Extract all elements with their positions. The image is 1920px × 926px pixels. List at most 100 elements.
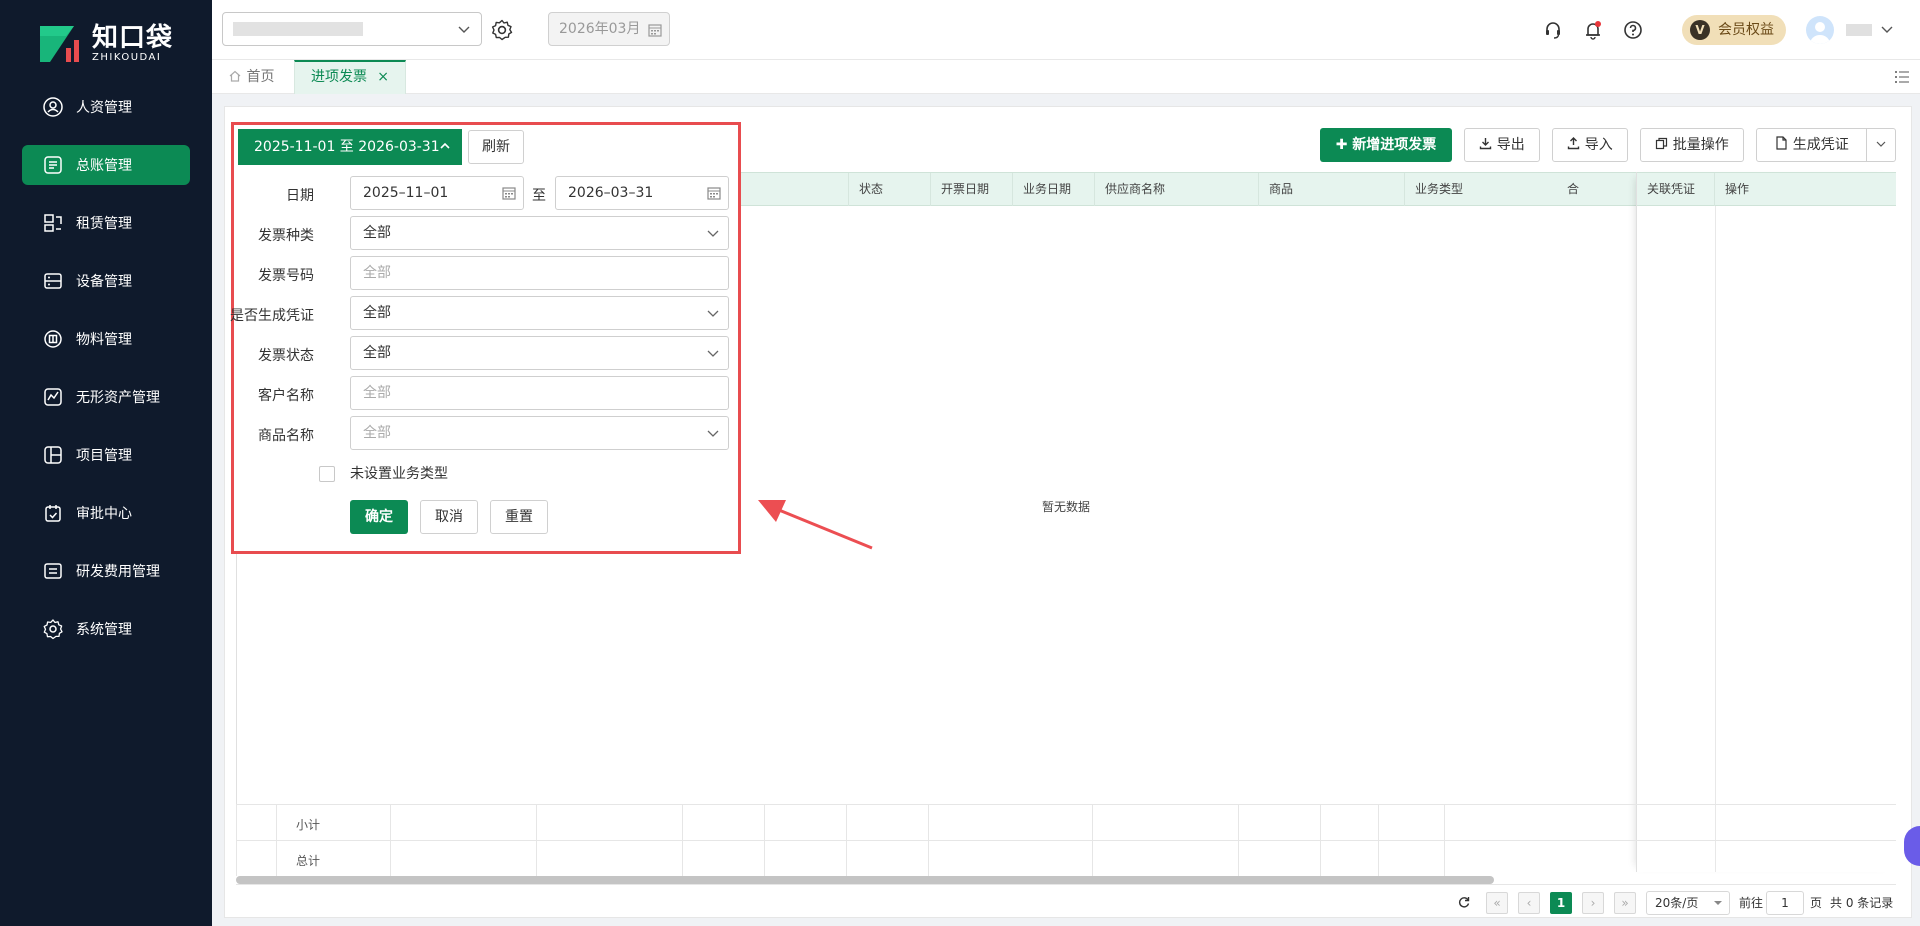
sidebar-item-material[interactable]: 物料管理 [22, 319, 190, 359]
import-label: 导入 [1584, 137, 1613, 153]
sidebar-item-label: 设备管理 [76, 274, 132, 290]
invoice-number-label: 发票号码 [258, 268, 314, 284]
sidebar-item-lease[interactable]: 租赁管理 [22, 203, 190, 243]
empty-state-text: 暂无数据 [1042, 500, 1091, 514]
column-header[interactable]: 商品 [1258, 173, 1293, 206]
period-picker[interactable]: 2026年03月 [548, 12, 670, 46]
tab-input-invoice[interactable]: 进项发票 × [294, 60, 406, 94]
generate-voucher-dropdown[interactable] [1866, 128, 1896, 162]
filter-panel: 2025-11-01 至 2026-03-31 刷新 日期 2025–11–01… [230, 122, 741, 554]
tab-home[interactable]: 首页 [228, 60, 274, 94]
invoice-type-select[interactable]: 全部 [350, 216, 729, 250]
summary-cell [1378, 841, 1379, 876]
page-size-select[interactable]: 20条/页 [1646, 891, 1730, 915]
chevron-down-icon [707, 350, 719, 357]
member-benefits-button[interactable]: V 会员权益 [1682, 15, 1786, 45]
date-separator: 至 [532, 188, 546, 204]
sidebar-item-label: 研发费用管理 [76, 564, 160, 580]
sidebar-item-ledger[interactable]: 总账管理 [22, 145, 190, 185]
chevron-down-icon[interactable] [1880, 22, 1894, 36]
app-logo[interactable]: 知口袋 ZHIKOUDAI [36, 20, 173, 68]
customer-name-label: 客户名称 [258, 388, 314, 404]
company-select[interactable] [222, 12, 482, 46]
confirm-button[interactable]: 确定 [350, 500, 408, 534]
gear-icon[interactable] [490, 18, 514, 42]
date-range-toggle-button[interactable]: 2025-11-01 至 2026-03-31 [238, 129, 462, 165]
export-button[interactable]: 导出 [1464, 128, 1540, 162]
column-header[interactable]: 供应商名称 [1094, 173, 1165, 206]
summary-cell [536, 841, 537, 876]
goto-suffix: 页 [1810, 896, 1823, 910]
summary-cell [1320, 841, 1321, 876]
upload-icon [1568, 137, 1580, 150]
rd-expense-icon [44, 563, 62, 579]
bell-icon[interactable] [1582, 19, 1604, 41]
summary-cell [536, 805, 537, 840]
tab-bar: 首页 进项发票 × [212, 60, 1920, 94]
invoice-status-label: 发票状态 [258, 348, 314, 364]
help-icon[interactable] [1622, 19, 1644, 41]
batch-operations-button[interactable]: 批量操作 [1640, 128, 1744, 162]
logo-subtitle: ZHIKOUDAI [92, 52, 162, 63]
annotation-arrow [758, 500, 873, 550]
list-menu-icon[interactable] [1894, 69, 1910, 85]
page-number-current[interactable]: 1 [1550, 892, 1572, 914]
top-bar: 2026年03月 V 会员权益 [212, 0, 1920, 60]
next-page-button[interactable]: › [1582, 892, 1604, 914]
chevron-down-icon [1876, 141, 1886, 147]
reset-button[interactable]: 重置 [490, 500, 548, 534]
sidebar-item-device[interactable]: 设备管理 [22, 261, 190, 301]
sidebar-item-label: 系统管理 [76, 622, 132, 638]
tab-home-label: 首页 [246, 69, 275, 85]
summary-cell [1444, 841, 1445, 876]
sidebar-item-intangible-asset[interactable]: 无形资产管理 [22, 377, 190, 417]
first-page-button[interactable]: « [1486, 892, 1508, 914]
person-icon [43, 97, 63, 117]
total-row: 总计 [236, 840, 1896, 876]
invoice-number-input[interactable]: 全部 [350, 256, 729, 290]
column-header[interactable]: 业务类型 [1404, 173, 1463, 206]
horizontal-scrollbar[interactable] [236, 876, 1494, 884]
product-name-select[interactable]: 全部 [350, 416, 729, 450]
column-header[interactable]: 开票日期 [930, 173, 989, 206]
headset-icon[interactable] [1542, 19, 1564, 41]
date-to-input[interactable]: 2026–03–31 [555, 176, 729, 210]
ledger-icon [44, 156, 62, 174]
sidebar-item-settings[interactable]: 系统管理 [22, 609, 190, 649]
sidebar-item-project[interactable]: 项目管理 [22, 435, 190, 475]
invoice-status-select[interactable]: 全部 [350, 336, 729, 370]
subtotal-label: 小计 [296, 818, 321, 832]
avatar[interactable] [1806, 16, 1834, 44]
sidebar-item-label: 物料管理 [76, 332, 132, 348]
summary-cell [276, 805, 277, 840]
last-page-button[interactable]: » [1614, 892, 1636, 914]
close-icon[interactable]: × [377, 62, 389, 92]
calendar-icon [648, 24, 662, 37]
voucher-generated-select[interactable]: 全部 [350, 296, 729, 330]
user-name-redacted [1846, 24, 1872, 36]
column-header[interactable]: 合 [1567, 173, 1579, 206]
generate-voucher-button[interactable]: 生成凭证 [1756, 128, 1868, 162]
column-header[interactable]: 业务日期 [1012, 173, 1071, 206]
import-button[interactable]: 导入 [1552, 128, 1628, 162]
sidebar-nav: 人资管理总账管理租赁管理设备管理物料管理无形资产管理 项目管理审批中心研发费用管理… [22, 87, 190, 667]
batch-operations-label: 批量操作 [1672, 137, 1729, 153]
date-from-input[interactable]: 2025–11–01 [350, 176, 524, 210]
sidebar-item-approval[interactable]: 审批中心 [22, 493, 190, 533]
caret-down-icon [1714, 901, 1722, 905]
add-input-invoice-button[interactable]: ✚ 新增进项发票 [1320, 128, 1452, 162]
summary-cell [236, 841, 237, 876]
goto-page-input[interactable]: 1 [1766, 891, 1804, 915]
refresh-button[interactable]: 刷新 [468, 130, 524, 164]
prev-page-button[interactable]: ‹ [1518, 892, 1540, 914]
cancel-button[interactable]: 取消 [420, 500, 478, 534]
sidebar-item-person[interactable]: 人资管理 [22, 87, 190, 127]
document-icon [1776, 136, 1787, 150]
fixed-right-columns [1636, 172, 1896, 872]
sidebar-item-rd-expense[interactable]: 研发费用管理 [22, 551, 190, 591]
customer-name-input[interactable]: 全部 [350, 376, 729, 410]
refresh-icon[interactable] [1458, 896, 1470, 908]
column-header[interactable]: 状态 [848, 173, 883, 206]
unset-business-type-checkbox[interactable] [319, 466, 335, 482]
summary-cell [764, 805, 765, 840]
